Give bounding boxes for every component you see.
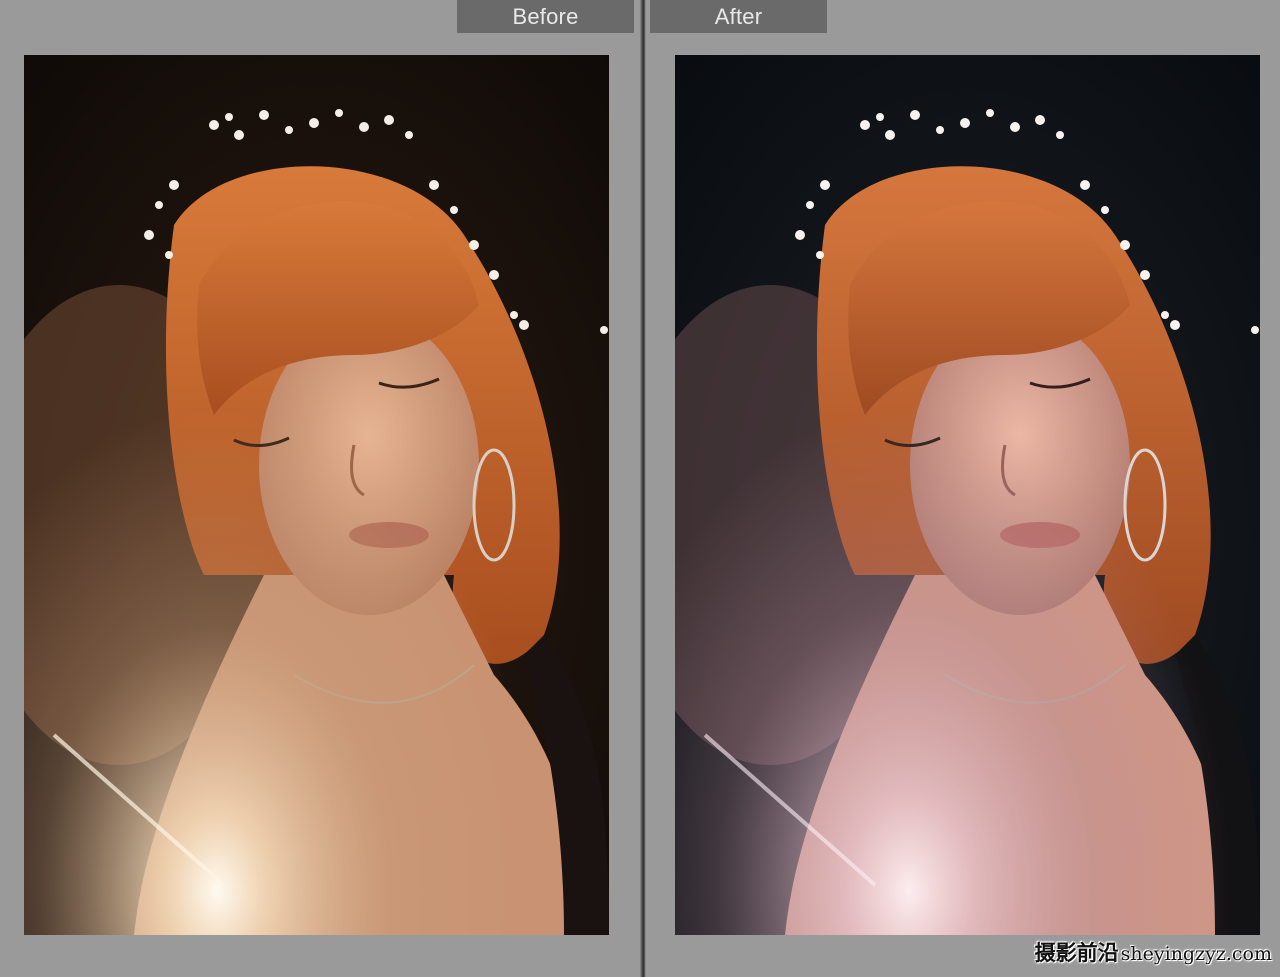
- before-pane[interactable]: Before: [0, 0, 640, 977]
- before-after-compare-view: Before After 摄影前沿 sheyingzyz.com: [0, 0, 1280, 977]
- watermark: 摄影前沿 sheyingzyz.com: [1035, 937, 1272, 967]
- after-photo-image: [675, 55, 1260, 935]
- watermark-site: sheyingzyz.com: [1120, 943, 1272, 965]
- after-photo[interactable]: [675, 55, 1260, 935]
- before-photo-image: [24, 55, 609, 935]
- watermark-cn: 摄影前沿: [1034, 940, 1119, 965]
- after-pane[interactable]: After 摄影前沿 sheyingzyz.com: [646, 0, 1280, 977]
- after-label: After: [650, 0, 827, 33]
- before-photo[interactable]: [24, 55, 609, 935]
- before-label: Before: [457, 0, 634, 33]
